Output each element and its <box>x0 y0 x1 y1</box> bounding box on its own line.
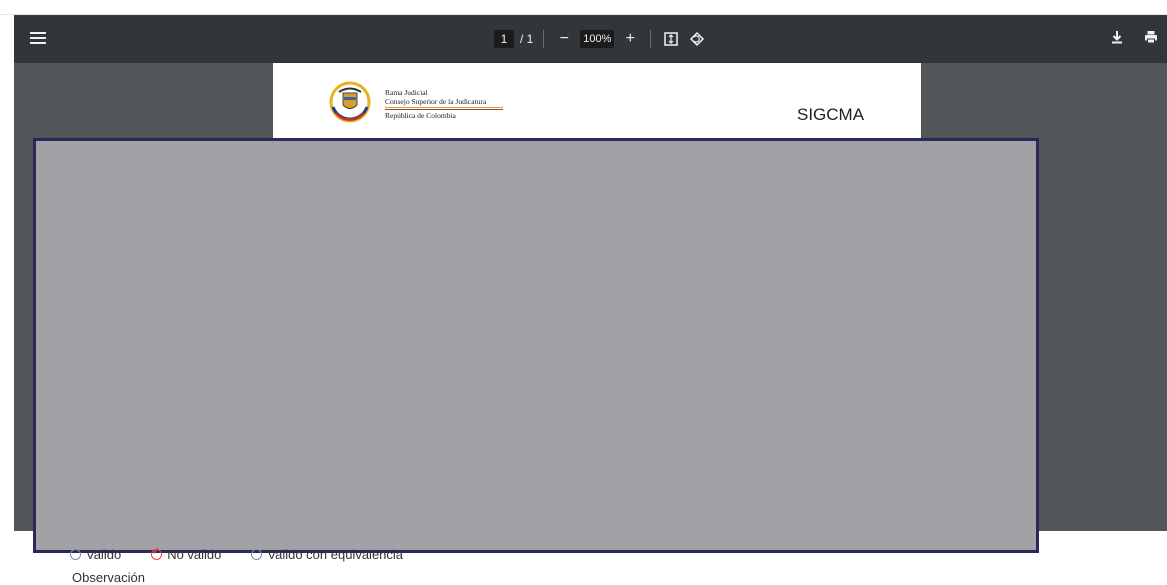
coat-of-arms-logo <box>329 81 371 123</box>
download-icon[interactable] <box>1107 27 1127 47</box>
print-icon[interactable] <box>1141 27 1161 47</box>
radio-unchecked-icon <box>251 549 263 560</box>
page-controls: / 1 − + <box>494 29 707 49</box>
zoom-in-icon[interactable]: + <box>620 29 640 49</box>
observation-label: Observación <box>72 570 145 585</box>
org-line-3: República de Colombia <box>385 111 456 120</box>
radio-valido-equivalencia[interactable]: Valido con equivalencia <box>251 547 403 562</box>
gold-rule <box>385 107 503 108</box>
page-number-input[interactable] <box>494 30 514 48</box>
zoom-out-icon[interactable]: − <box>554 29 574 49</box>
radio-no-valido[interactable]: No valido <box>151 546 222 562</box>
top-strip <box>0 0 1167 15</box>
radio-unchecked-icon <box>70 549 81 560</box>
fit-page-icon[interactable] <box>661 29 681 49</box>
pdf-page: Rama Judicial Consejo Superior de la Jud… <box>273 63 921 143</box>
page-total: / 1 <box>520 32 534 46</box>
radio-label: Valido con equivalencia <box>267 547 404 562</box>
toolbar-actions <box>1107 27 1161 47</box>
radio-label: Valido <box>86 547 122 562</box>
toolbar-divider <box>650 30 652 48</box>
system-name: SIGCMA <box>797 105 865 124</box>
radio-label: No valido <box>167 547 222 562</box>
radio-checked-icon <box>151 546 163 560</box>
rotate-icon[interactable] <box>687 29 707 49</box>
redaction-overlay <box>33 138 1039 553</box>
radio-valido[interactable]: Valido <box>70 547 121 562</box>
zoom-input[interactable] <box>580 30 615 48</box>
red-rule <box>385 109 503 110</box>
validation-options: Valido No valido Valido con equivalencia <box>70 546 403 562</box>
menu-icon[interactable] <box>30 29 46 49</box>
org-line-2: Consejo Superior de la Judicatura <box>385 97 487 106</box>
org-line-1: Rama Judicial <box>385 88 428 97</box>
pdf-toolbar: / 1 − + <box>14 15 1167 63</box>
toolbar-divider <box>543 30 545 48</box>
organization-heading: Rama Judicial Consejo Superior de la Jud… <box>385 88 503 120</box>
